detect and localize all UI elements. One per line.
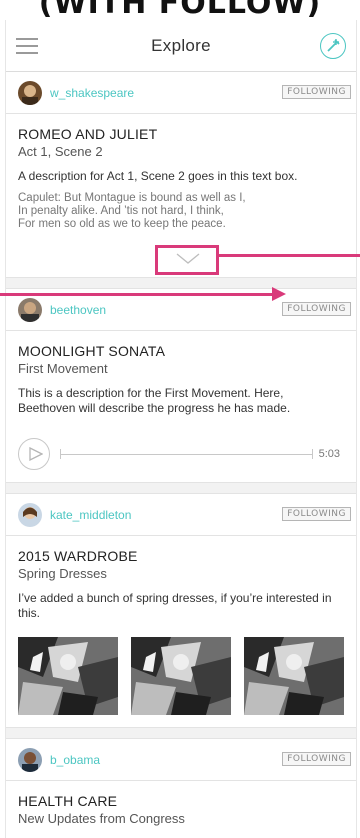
post-title: 2015 WARDROBE: [18, 548, 138, 564]
following-button[interactable]: FOLLOWING: [282, 302, 351, 316]
post-description: A description for Act 1, Scene 2 goes in…: [18, 169, 298, 183]
audio-duration: 5:03: [318, 448, 340, 460]
following-button[interactable]: FOLLOWING: [282, 85, 351, 99]
post-subtitle: First Movement: [18, 361, 108, 376]
following-button[interactable]: FOLLOWING: [282, 752, 351, 766]
post-subtitle: Spring Dresses: [18, 566, 107, 581]
post-title: HEALTH CARE: [18, 793, 118, 809]
avatar: [18, 747, 42, 772]
compose-pencil-icon[interactable]: [320, 33, 346, 59]
username[interactable]: w_shakespeare: [50, 86, 134, 100]
page-title: Explore: [151, 35, 211, 55]
post-title: ROMEO AND JULIET: [18, 126, 158, 142]
post-card: HEALTH CARE New Updates from Congress: [6, 781, 356, 826]
chevron-down-icon[interactable]: [176, 252, 200, 270]
username[interactable]: beethoven: [50, 303, 106, 317]
quote-line: Capulet: But Montague is bound as well a…: [18, 192, 246, 204]
gallery-image[interactable]: [244, 637, 344, 715]
following-button[interactable]: FOLLOWING: [282, 507, 351, 521]
phone-screen: Explore w_shakespeare FOLLOWING ROMEO AN…: [5, 20, 357, 838]
annotation-caption: (WITH FOLLOW): [38, 0, 322, 21]
post-title: MOONLIGHT SONATA: [18, 343, 166, 359]
post-author-row[interactable]: w_shakespeare FOLLOWING: [6, 72, 356, 114]
post-subtitle: Act 1, Scene 2: [18, 144, 103, 159]
post-author-row[interactable]: b_obama FOLLOWING: [6, 739, 356, 781]
quote-line: For men so old as we to keep the peace.: [18, 218, 226, 230]
quote-line: In penalty alike. And ’tis not hard, I t…: [18, 205, 224, 217]
divider: [6, 482, 356, 494]
play-icon[interactable]: [18, 438, 50, 470]
hamburger-menu-icon[interactable]: [16, 38, 38, 54]
gallery-image[interactable]: [131, 637, 231, 715]
post-author-row[interactable]: kate_middleton FOLLOWING: [6, 494, 356, 536]
annotation-arrowhead: [272, 287, 286, 301]
avatar: [18, 297, 42, 322]
username[interactable]: b_obama: [50, 753, 100, 767]
post-card: MOONLIGHT SONATA First Movement This is …: [6, 331, 356, 482]
app-header: Explore: [6, 20, 356, 72]
avatar: [18, 80, 42, 105]
annotation-arrow: [0, 293, 275, 296]
divider: [6, 727, 356, 739]
post-subtitle: New Updates from Congress: [18, 811, 185, 826]
audio-player: 5:03: [18, 424, 344, 482]
post-description: I’ve added a bunch of spring dresses, if…: [18, 591, 332, 620]
image-gallery: [18, 629, 344, 727]
post-card: 2015 WARDROBE Spring Dresses I’ve added …: [6, 536, 356, 727]
gallery-image[interactable]: [18, 637, 118, 715]
username[interactable]: kate_middleton: [50, 508, 131, 522]
annotation-line: [219, 254, 360, 257]
avatar: [18, 502, 42, 527]
audio-scrubber[interactable]: [60, 449, 313, 459]
post-description: This is a description for the First Move…: [18, 386, 291, 415]
divider: [6, 277, 356, 289]
